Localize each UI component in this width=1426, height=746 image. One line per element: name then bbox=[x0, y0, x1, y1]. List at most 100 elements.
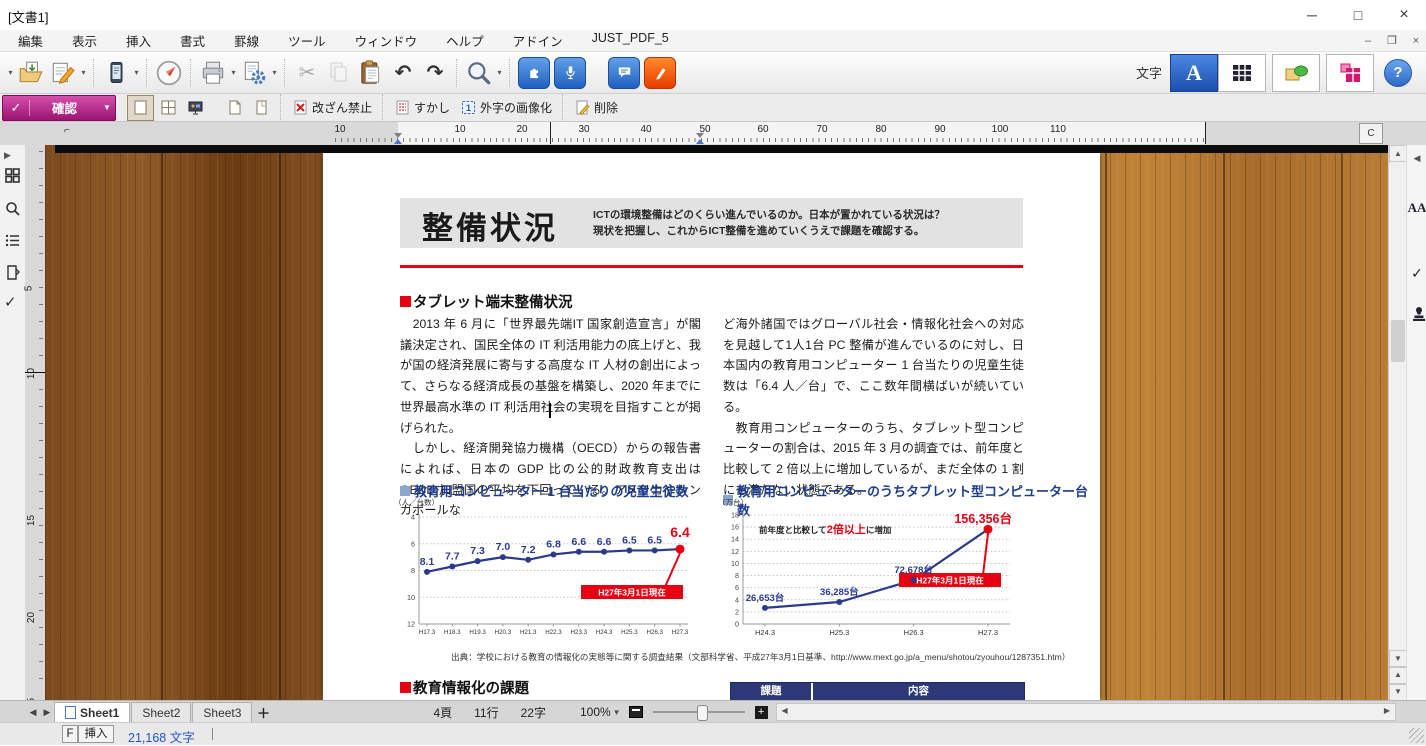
document-restore-button[interactable]: ❐ bbox=[1382, 33, 1402, 49]
document-page[interactable]: 整備状況 ICTの環境整備はどのくらい進んでいるのか。日本が置かれている状況は？… bbox=[323, 153, 1100, 700]
layout-parts-button[interactable] bbox=[1326, 54, 1374, 92]
table-mode-button[interactable] bbox=[1218, 54, 1266, 92]
window-resize-grip[interactable] bbox=[1409, 728, 1424, 743]
zoom-tool-caret[interactable]: ▾ bbox=[495, 68, 504, 77]
banner-title: 整備状況 bbox=[422, 203, 558, 248]
menu-item-JUST_PDF_5[interactable]: JUST_PDF_5 bbox=[592, 31, 669, 50]
svg-text:1: 1 bbox=[466, 103, 471, 113]
document-close-button[interactable]: × bbox=[1406, 33, 1426, 49]
page-up-button[interactable]: ▲▲ bbox=[1389, 667, 1407, 684]
menu-item-ウィンドウ[interactable]: ウィンドウ bbox=[355, 31, 418, 50]
outline-list-icon[interactable] bbox=[4, 232, 21, 249]
save-options-caret[interactable]: ▾ bbox=[79, 68, 88, 77]
save-edit-button[interactable] bbox=[47, 56, 79, 90]
delete-label: 削除 bbox=[594, 99, 618, 116]
zoom-level-value[interactable]: 100% bbox=[580, 705, 611, 719]
minimize-button[interactable]: ─ bbox=[1290, 0, 1334, 30]
print-button[interactable] bbox=[197, 56, 229, 90]
body-column-2[interactable]: ど海外諸国ではグローバル社会・情報化社会への対応を見越して1人1台 PC 整備が… bbox=[723, 314, 1024, 500]
collapse-panel-arrow-icon[interactable]: ◀ bbox=[1407, 153, 1426, 164]
add-sheet-button[interactable]: ＋ bbox=[253, 703, 273, 722]
page-style-b-button[interactable] bbox=[249, 96, 274, 120]
cut-button[interactable]: ✂ bbox=[291, 56, 323, 90]
print-options-caret[interactable]: ▾ bbox=[229, 68, 238, 77]
mobile-view-caret[interactable]: ▾ bbox=[132, 68, 141, 77]
zoom-dropdown-caret[interactable]: ▼ bbox=[613, 708, 621, 717]
scroll-right-button[interactable]: ▶ bbox=[1379, 704, 1395, 718]
presentation-view-button[interactable] bbox=[183, 96, 208, 120]
vertical-scrollbar-thumb[interactable] bbox=[1391, 320, 1405, 362]
navigation-compass-button[interactable] bbox=[153, 56, 185, 90]
menu-item-罫線[interactable]: 罫線 bbox=[234, 31, 259, 50]
help-button[interactable]: ? bbox=[1384, 59, 1412, 87]
gaiji-imaging-button[interactable]: 1 外字の画像化 bbox=[456, 96, 556, 120]
horizontal-scrollbar[interactable]: ◀ ▶ bbox=[776, 703, 1396, 721]
open-file-button[interactable] bbox=[15, 56, 47, 90]
menu-item-ツール[interactable]: ツール bbox=[288, 31, 326, 50]
stamp-tool-icon[interactable] bbox=[1409, 307, 1426, 323]
vertical-ruler[interactable]: 510152025 bbox=[25, 145, 46, 700]
menu-item-書式[interactable]: 書式 bbox=[180, 31, 205, 50]
zoom-in-button[interactable]: + bbox=[755, 706, 768, 719]
undo-button[interactable]: ↶ bbox=[387, 56, 419, 90]
comment-tool-button[interactable] bbox=[608, 57, 640, 89]
page-layout-grid-icon[interactable] bbox=[4, 167, 21, 184]
document-minimize-button[interactable]: – bbox=[1358, 33, 1378, 49]
confirm-button[interactable]: ✓ 確認 ▼ bbox=[2, 95, 116, 121]
zoom-slider[interactable] bbox=[653, 705, 745, 719]
page-style-a-button[interactable] bbox=[222, 96, 247, 120]
addin-puzzle-button[interactable] bbox=[518, 57, 550, 89]
page-down-button[interactable]: ▼▼ bbox=[1389, 684, 1407, 701]
tab-scroll-left-button[interactable]: ◀ bbox=[26, 707, 40, 718]
single-page-view-button[interactable] bbox=[127, 95, 154, 121]
voice-input-button[interactable] bbox=[554, 57, 586, 89]
print-settings-caret[interactable]: ▾ bbox=[270, 68, 279, 77]
mobile-view-button[interactable] bbox=[100, 56, 132, 90]
menu-item-アドイン[interactable]: アドイン bbox=[513, 31, 563, 50]
close-button[interactable]: × bbox=[1382, 0, 1426, 30]
multi-pane-view-button[interactable] bbox=[156, 96, 181, 120]
f-mode-button[interactable]: F bbox=[62, 725, 78, 743]
svg-text:10: 10 bbox=[731, 559, 739, 568]
tamper-protection-button[interactable]: 改ざん禁止 bbox=[288, 96, 376, 120]
search-panel-icon[interactable] bbox=[4, 200, 21, 217]
page-jump-icon[interactable] bbox=[4, 264, 21, 281]
sheet-tab-sheet1[interactable]: Sheet1 bbox=[54, 702, 130, 723]
scroll-up-button[interactable]: ▲ bbox=[1389, 145, 1407, 162]
left-margin-marker[interactable] bbox=[394, 133, 403, 144]
indent-marker[interactable] bbox=[696, 133, 705, 144]
sheet-tab-sheet3[interactable]: Sheet3 bbox=[192, 702, 252, 723]
vertical-scrollbar[interactable]: ▲ ▼ ▲▲ ▼▼ bbox=[1388, 145, 1407, 700]
tab-scroll-right-button[interactable]: ▶ bbox=[40, 707, 54, 718]
paste-button[interactable] bbox=[355, 56, 387, 90]
maximize-button[interactable]: □ bbox=[1336, 0, 1380, 30]
sheet-tab-sheet2[interactable]: Sheet2 bbox=[131, 702, 191, 723]
delete-button[interactable]: 削除 bbox=[570, 96, 622, 120]
check-tool-icon[interactable]: ✓ bbox=[1407, 265, 1426, 282]
watermark-button[interactable]: すかし bbox=[390, 96, 454, 120]
menu-item-ヘルプ[interactable]: ヘルプ bbox=[446, 31, 484, 50]
horizontal-ruler[interactable]: ⌐ 10102030405060708090100110 C bbox=[0, 122, 1426, 146]
redo-button[interactable]: ↷ bbox=[419, 56, 451, 90]
zoom-slider-knob[interactable] bbox=[697, 705, 708, 721]
menu-item-編集[interactable]: 編集 bbox=[18, 31, 43, 50]
zoom-tool-button[interactable] bbox=[463, 56, 495, 90]
insert-mode-button[interactable]: 挿入 bbox=[78, 725, 114, 743]
scroll-down-button[interactable]: ▼ bbox=[1389, 650, 1407, 667]
scroll-left-button[interactable]: ◀ bbox=[777, 704, 793, 718]
svg-text:H27年3月1日現在: H27年3月1日現在 bbox=[598, 588, 666, 598]
fit-page-icon[interactable] bbox=[629, 706, 643, 718]
expand-panel-arrow-icon[interactable]: ▶ bbox=[4, 150, 21, 167]
table-header-cell: 内容 bbox=[813, 683, 1024, 700]
balloon-insert-button[interactable] bbox=[1272, 54, 1320, 92]
copy-button[interactable] bbox=[323, 56, 355, 90]
proof-check-icon[interactable]: ✓ bbox=[4, 293, 21, 310]
ruler-corner-button[interactable]: C bbox=[1359, 123, 1383, 144]
font-size-tool-icon[interactable]: AA bbox=[1407, 200, 1426, 216]
menu-item-挿入[interactable]: 挿入 bbox=[126, 31, 151, 50]
text-edit-mode-button[interactable]: A bbox=[1170, 54, 1218, 92]
menu-item-表示[interactable]: 表示 bbox=[72, 31, 97, 50]
print-settings-button[interactable] bbox=[238, 56, 270, 90]
toolbar-overflow-caret[interactable]: ▾ bbox=[6, 68, 15, 77]
highlighter-tool-button[interactable] bbox=[644, 57, 676, 89]
